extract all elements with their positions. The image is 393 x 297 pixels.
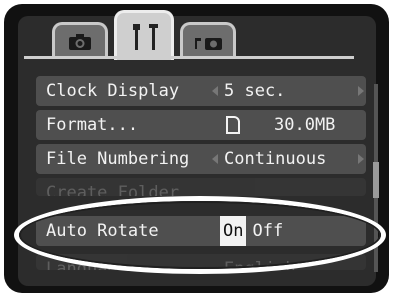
menu-row-label: File Numbering [46,149,190,169]
menu-row-create-folder[interactable]: Create Folder [36,178,366,196]
menu-row-label: Format... [46,115,139,135]
menu-row-label: Clock Display [46,81,180,101]
file-icon [226,116,240,134]
tools-icon [133,23,158,50]
left-arrow-icon [212,86,218,96]
menu-row-value: 30.0MB [274,115,336,135]
tab-my-menu[interactable] [180,22,236,58]
menu-row-clock-display[interactable]: Clock Display 5 sec. [36,76,366,106]
scrollbar-thumb[interactable] [373,162,379,198]
menu-row-file-numbering[interactable]: File Numbering Continuous [36,144,366,174]
tab-underline [24,56,354,59]
menu-row-label: Create Folder [46,183,180,196]
my-camera-icon [195,37,222,50]
right-arrow-icon [358,154,364,164]
tab-shooting[interactable] [52,22,108,58]
menu-row-format[interactable]: Format... 30.0MB [36,110,366,140]
highlight-oval-outline [19,201,381,269]
tab-setup[interactable] [114,10,174,60]
menu-row-value: 5 sec. [224,81,286,101]
right-arrow-icon [358,86,364,96]
camera-icon [69,33,91,50]
left-arrow-icon [212,154,218,164]
menu-row-value: Continuous [224,149,327,169]
